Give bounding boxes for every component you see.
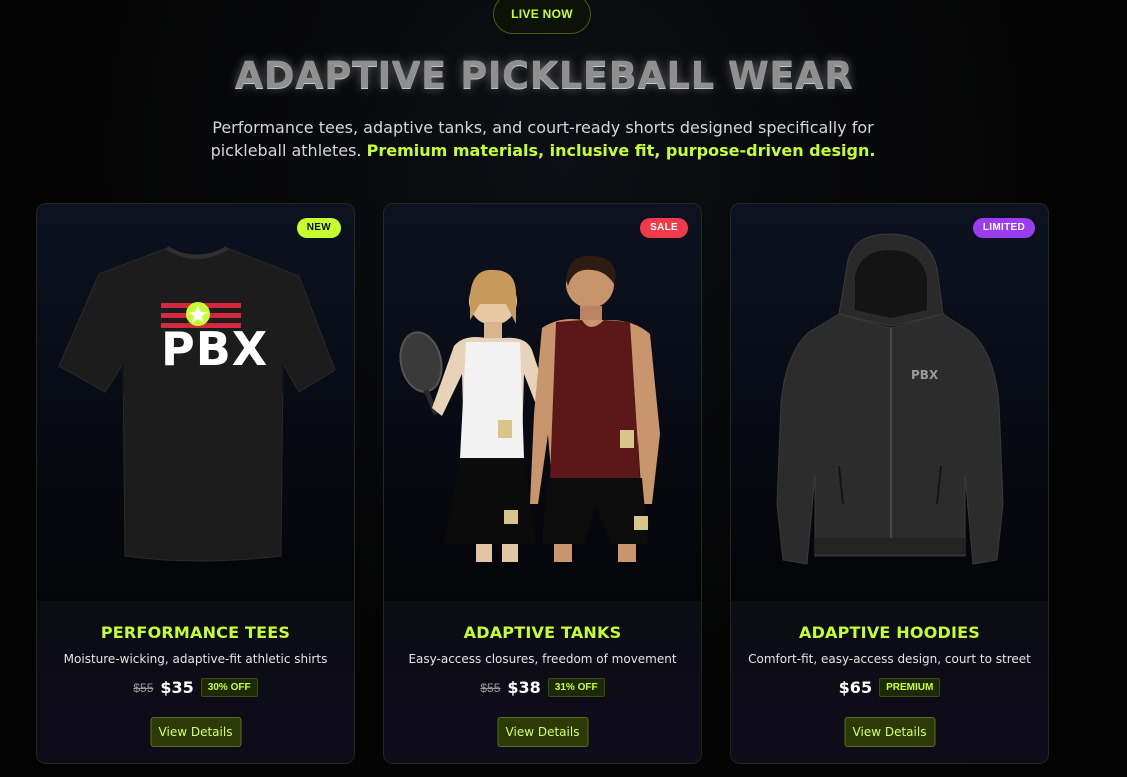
live-now-label: LIVE NOW <box>511 7 573 21</box>
badge-new: NEW <box>296 218 341 238</box>
sale-price: $35 <box>160 678 194 697</box>
subtitle-highlight: Premium materials, inclusive fit, purpos… <box>366 141 876 160</box>
product-info-tees: PERFORMANCE TEES Moisture-wicking, adapt… <box>37 601 354 763</box>
view-details-button[interactable]: View Details <box>150 717 241 747</box>
tshirt-graphic <box>58 246 336 562</box>
hoodie-logo-text: PBX <box>911 368 939 382</box>
hoodie-graphic <box>776 233 1004 565</box>
tee-logo-text: PBX <box>161 322 269 376</box>
price-row: $65 PREMIUM <box>731 678 1048 697</box>
original-price: $55 <box>133 680 154 695</box>
price: $65 <box>838 678 873 697</box>
product-title: PERFORMANCE TEES <box>100 623 291 642</box>
price-row: $55 $35 30% OFF <box>37 678 354 697</box>
product-card-hoodies[interactable]: PBX LIMITED ADAPTIVE HOODIES Comfort-fit… <box>730 203 1049 764</box>
badge-limited: LIMITED <box>972 218 1035 238</box>
product-title: ADAPTIVE TANKS <box>463 623 622 642</box>
view-details-button[interactable]: View Details <box>844 717 935 747</box>
page-subtitle: Performance tees, adaptive tanks, and co… <box>200 116 886 162</box>
product-info-tanks: ADAPTIVE TANKS Easy-access closures, fre… <box>384 601 701 763</box>
product-image-tanks: SALE <box>384 204 701 601</box>
price-row: $55 $38 31% OFF <box>384 678 701 697</box>
product-image-tee: PBX NEW <box>37 204 354 601</box>
view-details-button[interactable]: View Details <box>497 717 588 747</box>
original-price: $55 <box>480 680 501 695</box>
product-description: Easy-access closures, freedom of movemen… <box>408 652 677 666</box>
product-description: Moisture-wicking, adaptive-fit athletic … <box>63 652 328 666</box>
product-description: Comfort-fit, easy-access design, court t… <box>748 652 1031 666</box>
live-now-badge[interactable]: LIVE NOW <box>493 0 591 34</box>
discount-tag: 31% OFF <box>547 678 605 697</box>
product-title: ADAPTIVE HOODIES <box>798 623 980 642</box>
product-image-hoodie: PBX LIMITED <box>731 204 1048 601</box>
page-title: ADAPTIVE PICKLEBALL WEAR <box>234 54 854 97</box>
product-info-hoodies: ADAPTIVE HOODIES Comfort-fit, easy-acces… <box>731 601 1048 763</box>
product-card-tees[interactable]: PBX NEW PERFORMANCE TEES Moisture-wickin… <box>36 203 355 764</box>
product-card-tanks[interactable]: SALE ADAPTIVE TANKS Easy-access closures… <box>383 203 702 764</box>
athletes-graphic <box>399 255 660 562</box>
premium-tag: PREMIUM <box>879 678 941 697</box>
page: LIVE NOW ADAPTIVE PICKLEBALL WEAR Perfor… <box>0 0 1127 777</box>
sale-price: $38 <box>507 678 541 697</box>
discount-tag: 30% OFF <box>200 678 258 697</box>
badge-sale: SALE <box>640 218 688 238</box>
